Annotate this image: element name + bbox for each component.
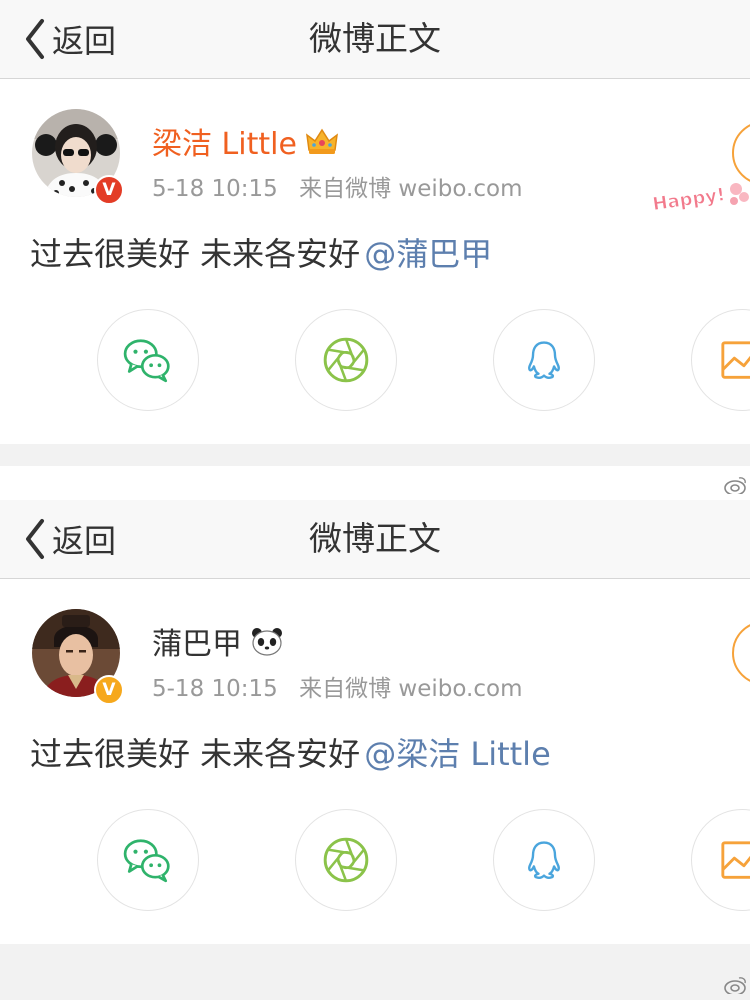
share-qq-button[interactable] [493,309,595,411]
image-icon [721,841,750,879]
share-moments-button[interactable] [295,809,397,911]
post-card: V 蒲巴甲 5-18 10:15 来自微博 weibo.com 过去很美好 未来… [0,579,750,944]
moments-icon [323,837,369,883]
sticker-text: Happy! [651,184,726,215]
post-meta: 5-18 10:15 来自微博 weibo.com [152,169,522,203]
wechat-icon [123,839,170,883]
post-body: 过去很美好 未来各安好 [30,735,361,773]
wechat-icon [123,339,170,383]
share-image-button[interactable] [691,309,750,411]
qq-icon [528,841,560,879]
navbar: 返回 微博正文 [0,0,750,79]
mention-link[interactable]: @梁洁 Little [364,735,551,773]
username-row: 蒲巴甲 [152,619,284,663]
post-body: 过去很美好 未来各安好 [30,235,361,273]
navbar: 返回 微博正文 [0,500,750,579]
section-gap [0,444,750,466]
post-source: 来自微博 weibo.com [299,676,523,702]
verified-badge-icon: V [94,675,124,705]
section-gap [0,944,750,966]
username[interactable]: 蒲巴甲 [152,619,242,663]
weibo-panel-2: 返回 微博正文 V 蒲巴甲 5-18 10:15 来自微博 weibo.com … [0,500,750,1000]
username-row: 梁洁 Little [152,119,339,163]
post-date: 5-18 10:15 [152,176,278,202]
username[interactable]: 梁洁 Little [152,119,297,163]
panda-icon [250,626,284,656]
happy-sticker: Happy! [650,175,750,223]
post-card: V 梁洁 Little 5-18 10:15 来自微博 weibo.com Ha… [0,79,750,444]
post-date: 5-18 10:15 [152,676,278,702]
follow-button[interactable] [732,621,750,685]
mention-link[interactable]: @蒲巴甲 [364,235,492,273]
qq-icon [528,341,560,379]
share-qq-button[interactable] [493,809,595,911]
verified-badge-icon: V [94,175,124,205]
next-section-strip [0,466,750,500]
share-image-button[interactable] [691,809,750,911]
post-source: 来自微博 weibo.com [299,176,523,202]
moments-icon [323,337,369,383]
share-wechat-button[interactable] [97,809,199,911]
post-text: 过去很美好 未来各安好 @蒲巴甲 [30,229,492,275]
page-title: 微博正文 [309,19,441,58]
weibo-panel-1: 返回 微博正文 V 梁洁 Little 5-18 10:15 来自微博 weib… [0,0,750,500]
weibo-watermark-icon [724,977,746,994]
page-title: 微博正文 [309,519,441,558]
post-meta: 5-18 10:15 来自微博 weibo.com [152,669,522,703]
post-text: 过去很美好 未来各安好 @梁洁 Little [30,729,551,775]
crown-icon [305,126,339,156]
share-moments-button[interactable] [295,309,397,411]
weibo-watermark-icon [724,477,746,494]
image-icon [721,341,750,379]
share-wechat-button[interactable] [97,309,199,411]
